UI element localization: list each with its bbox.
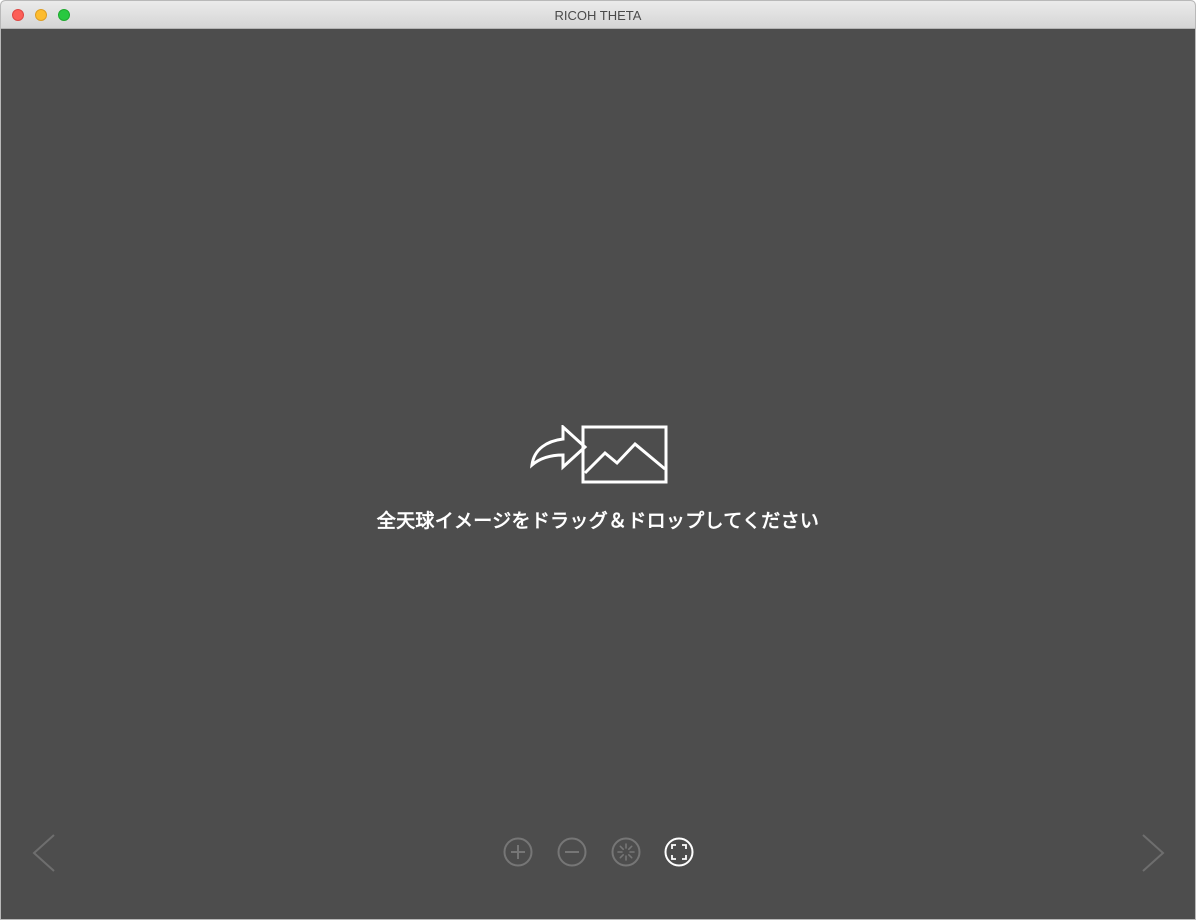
spin-circle-icon [611,837,641,867]
chevron-right-icon[interactable] [1139,833,1167,873]
zoom-out-button[interactable] [556,836,588,868]
app-window: RICOH THETA 全天球イメージをドラッグ＆ドロップしてください [0,0,1196,920]
viewer-area[interactable]: 全天球イメージをドラッグ＆ドロップしてください [1,29,1195,919]
fit-screen-icon [664,837,694,867]
drag-image-icon [530,425,668,484]
auto-rotate-button[interactable] [610,836,642,868]
minus-circle-icon [557,837,587,867]
drop-instruction-text: 全天球イメージをドラッグ＆ドロップしてください [376,510,820,532]
window-title: RICOH THETA [554,8,642,23]
fit-view-button[interactable] [663,836,695,868]
plus-circle-icon [503,837,533,867]
title-bar[interactable]: RICOH THETA [1,1,1195,29]
chevron-left-icon[interactable] [30,833,58,873]
zoom-in-button[interactable] [502,836,534,868]
